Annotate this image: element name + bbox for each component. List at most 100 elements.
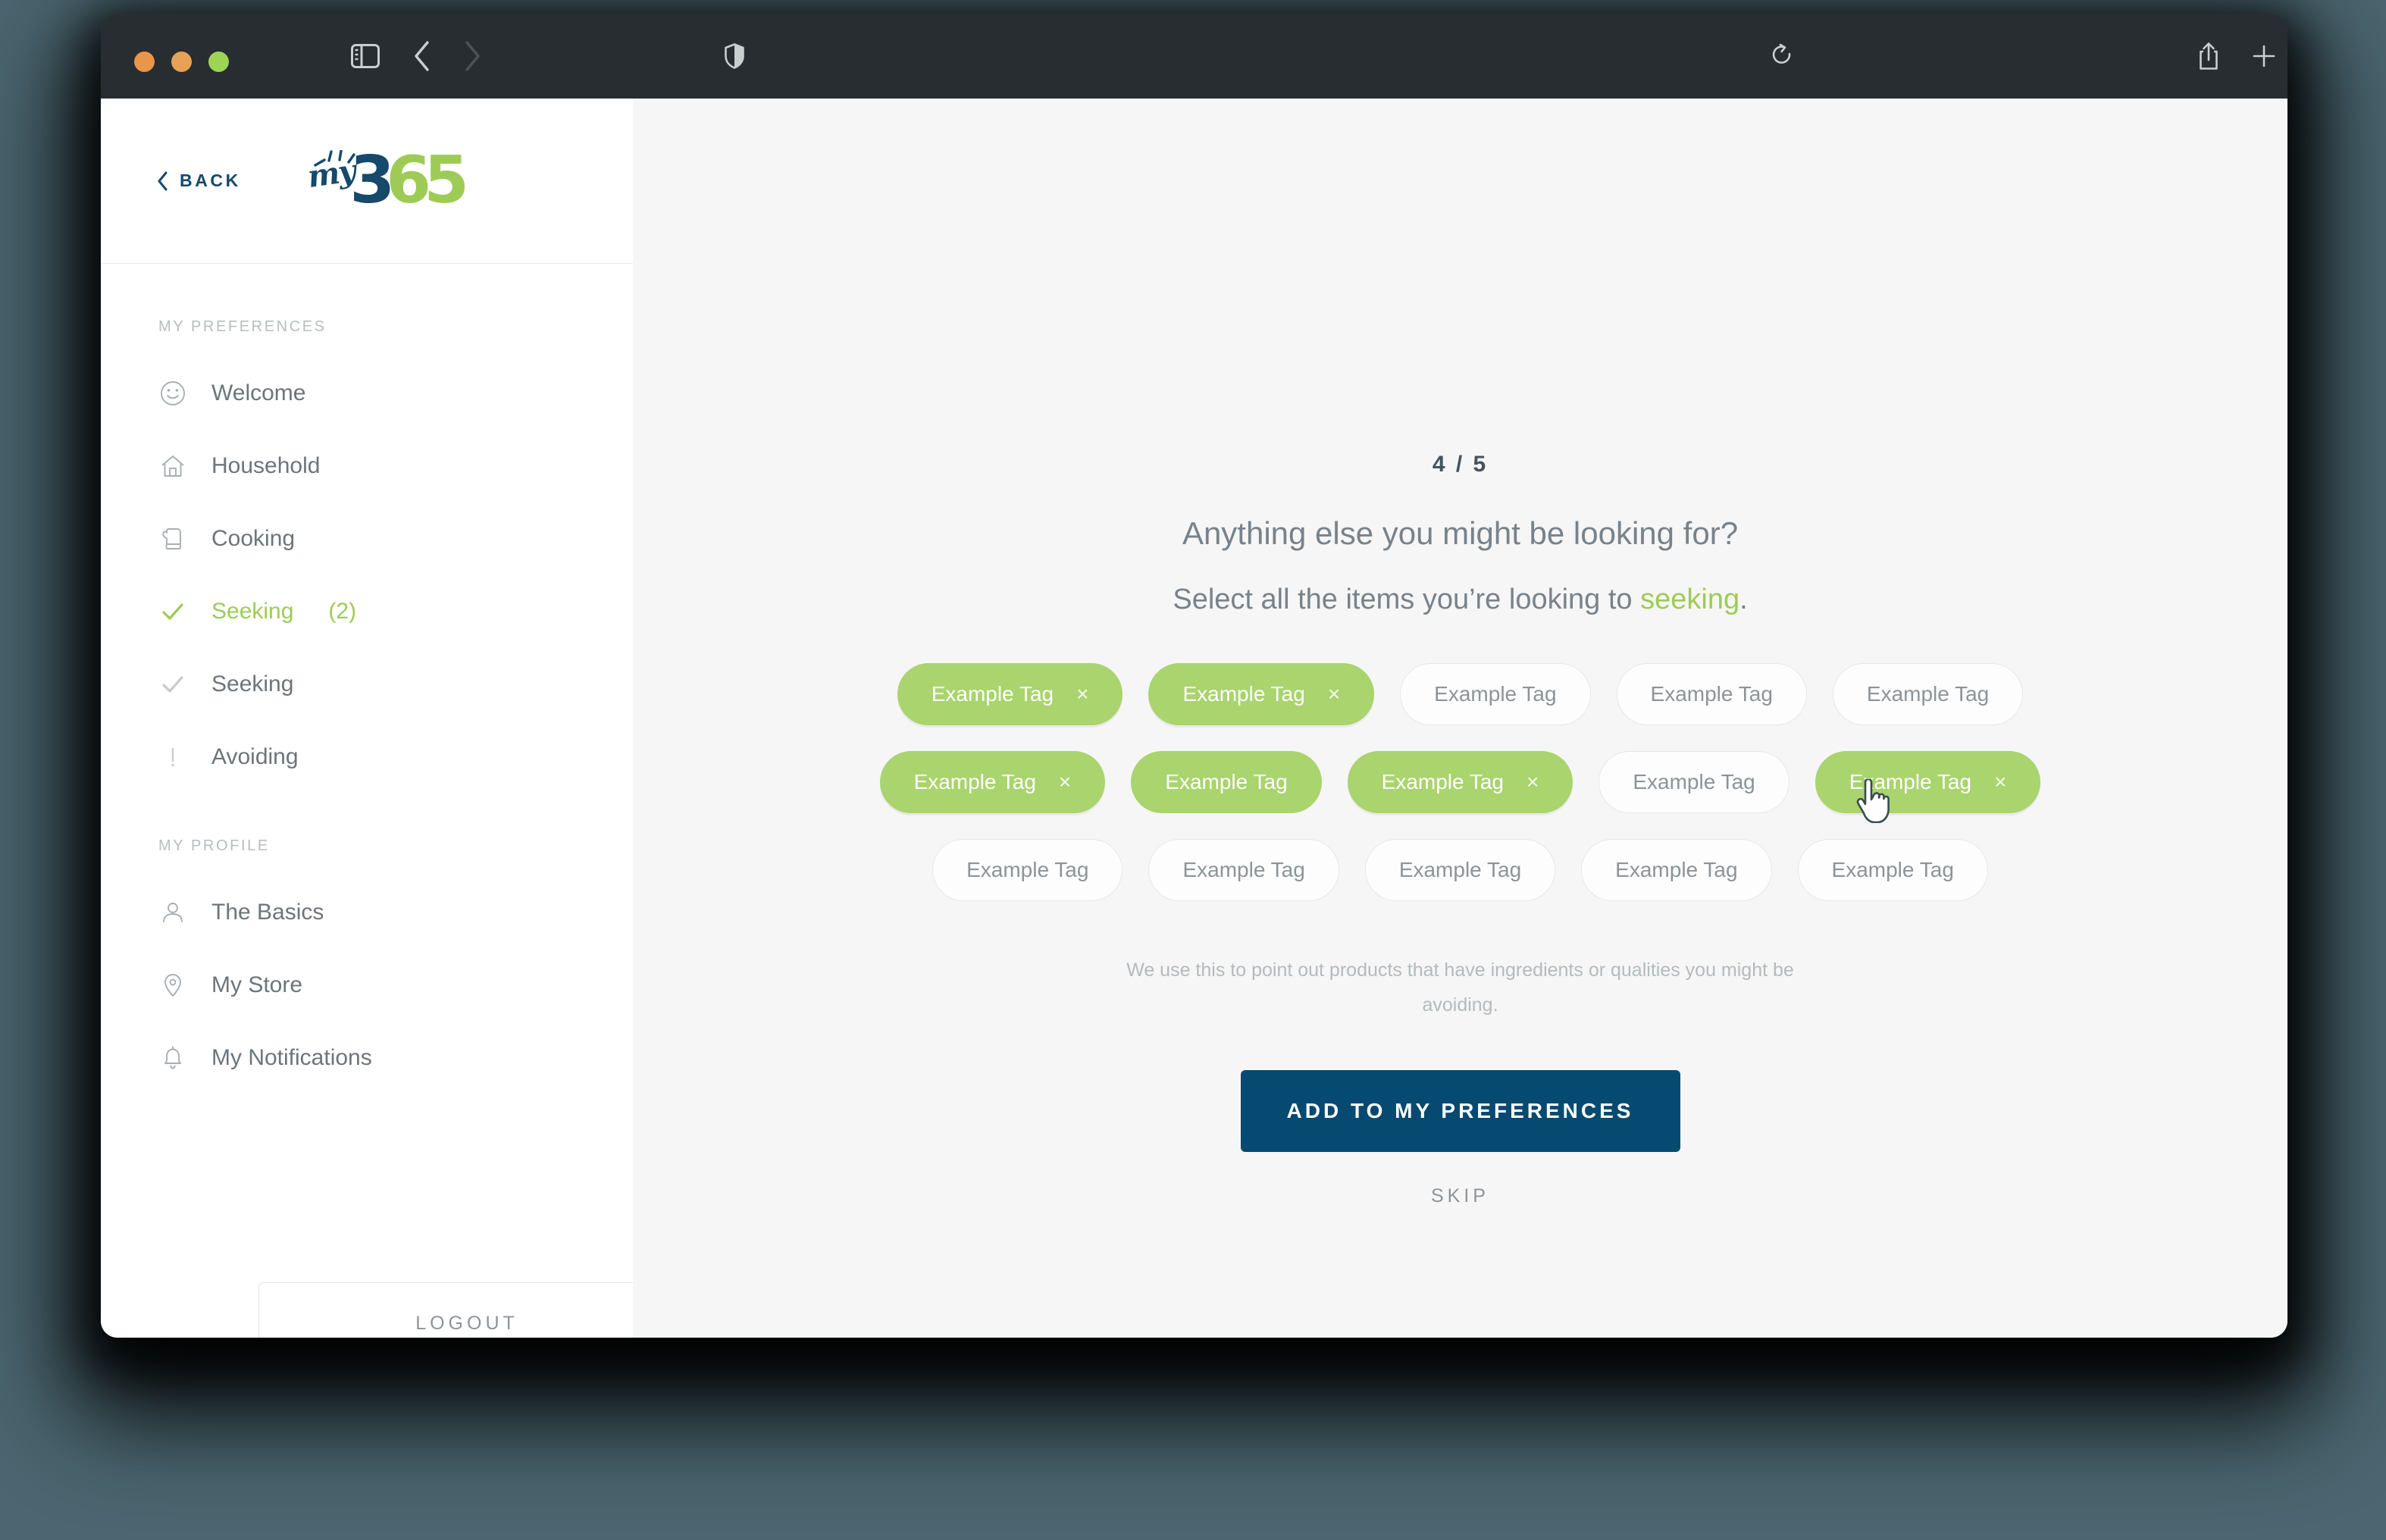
back-button[interactable]: BACK bbox=[157, 171, 241, 191]
forward-arrow-icon[interactable] bbox=[463, 40, 481, 72]
tag-label: Example Tag bbox=[1831, 858, 1954, 881]
tag-chip[interactable]: Example Tag × bbox=[1815, 751, 2041, 813]
chevron-left-icon bbox=[158, 171, 168, 190]
tag-chip[interactable]: Example Tag bbox=[1400, 663, 1591, 725]
tag-label: Example Tag bbox=[1633, 770, 1755, 793]
tag-chip[interactable]: Example Tag bbox=[1797, 839, 1988, 901]
tag-label: Example Tag bbox=[1182, 682, 1305, 706]
sidebar-item-label: The Basics bbox=[211, 900, 324, 925]
shield-privacy-icon[interactable] bbox=[724, 43, 745, 69]
step-counter: 4 / 5 bbox=[1432, 452, 1489, 477]
tag-label: Example Tag bbox=[1182, 858, 1305, 881]
share-icon[interactable] bbox=[2197, 42, 2220, 70]
person-icon bbox=[158, 900, 187, 925]
profile-nav-list: The Basics My Store My Notifications bbox=[101, 876, 633, 1094]
tag-row: Example Tag × Example Tag Example Tag × … bbox=[633, 751, 2287, 813]
tag-chip[interactable]: Example Tag bbox=[1581, 839, 1772, 901]
tag-label: Example Tag bbox=[1381, 770, 1504, 793]
house-icon bbox=[158, 453, 187, 479]
tag-row: Example Tag × Example Tag × Example Tag … bbox=[633, 663, 2287, 725]
sidebar-item-my-notifications[interactable]: My Notifications bbox=[101, 1022, 633, 1094]
logo-my-text: my bbox=[305, 153, 357, 196]
page-content: BACK my 3 6 5 MY PREFERENCES Welcome Hou… bbox=[101, 99, 2287, 1338]
logo-5-text: 5 bbox=[424, 142, 469, 218]
tag-chip[interactable]: Example Tag bbox=[1148, 839, 1339, 901]
check-icon bbox=[158, 599, 187, 624]
sidebar-item-seeking-active[interactable]: Seeking (2) bbox=[101, 575, 633, 648]
tag-chip[interactable]: Example Tag × bbox=[897, 663, 1123, 725]
sidebar-item-label: Seeking bbox=[211, 599, 294, 624]
subtitle-suffix: . bbox=[1739, 584, 1748, 615]
tag-chip[interactable]: Example Tag × bbox=[1347, 751, 1573, 813]
section-label-profile: MY PROFILE bbox=[158, 837, 270, 854]
tag-chip-hovered[interactable]: Example Tag bbox=[1131, 751, 1322, 813]
exclamation-icon bbox=[158, 744, 187, 770]
tag-remove-icon[interactable]: × bbox=[1328, 682, 1340, 706]
sidebar-toggle-icon[interactable] bbox=[351, 44, 380, 68]
logout-button[interactable]: LOGOUT bbox=[258, 1282, 675, 1338]
tag-chip[interactable]: Example Tag × bbox=[879, 751, 1106, 813]
reload-icon[interactable] bbox=[1771, 43, 1794, 69]
tag-label: Example Tag bbox=[931, 682, 1054, 706]
tag-chip[interactable]: Example Tag bbox=[1616, 663, 1807, 725]
browser-titlebar bbox=[101, 14, 2287, 99]
close-window-button[interactable] bbox=[134, 52, 155, 72]
back-arrow-icon[interactable] bbox=[413, 40, 431, 72]
sidebar-item-label: Cooking bbox=[211, 526, 296, 551]
check-icon bbox=[158, 671, 187, 697]
tag-remove-icon[interactable]: × bbox=[1059, 770, 1071, 794]
sidebar-item-avoiding[interactable]: Avoiding bbox=[101, 721, 633, 793]
sidebar-item-label: Household bbox=[211, 453, 321, 478]
zoom-window-button[interactable] bbox=[208, 52, 229, 72]
my365-logo[interactable]: my 3 6 5 bbox=[305, 142, 469, 218]
browser-window: BACK my 3 6 5 MY PREFERENCES Welcome Hou… bbox=[101, 14, 2287, 1338]
tag-selector: Example Tag × Example Tag × Example Tag … bbox=[633, 663, 2287, 927]
sidebar-item-household[interactable]: Household bbox=[101, 430, 633, 502]
sidebar-item-label: Avoiding bbox=[211, 744, 299, 769]
sidebar-item-the-basics[interactable]: The Basics bbox=[101, 876, 633, 949]
sidebar-item-label: Seeking bbox=[211, 671, 294, 696]
sidebar-item-label: My Store bbox=[211, 972, 303, 997]
skip-link[interactable]: SKIP bbox=[1431, 1185, 1489, 1207]
tag-label: Example Tag bbox=[913, 770, 1036, 793]
tag-label: Example Tag bbox=[1615, 858, 1738, 881]
tag-label: Example Tag bbox=[1165, 770, 1288, 793]
tag-label: Example Tag bbox=[1434, 682, 1557, 706]
tag-label: Example Tag bbox=[1866, 682, 1990, 706]
sidebar-item-cooking[interactable]: Cooking bbox=[101, 502, 633, 575]
sidebar-item-label: Welcome bbox=[211, 380, 306, 405]
sidebar-item-label: My Notifications bbox=[211, 1045, 372, 1070]
sidebar-item-seeking[interactable]: Seeking bbox=[101, 648, 633, 721]
tag-label: Example Tag bbox=[1849, 770, 1972, 793]
page-title: Anything else you might be looking for? bbox=[1182, 515, 1739, 551]
new-tab-icon[interactable] bbox=[2252, 44, 2276, 68]
minimize-window-button[interactable] bbox=[171, 52, 192, 72]
subtitle-prefix: Select all the items you’re looking to bbox=[1173, 584, 1641, 615]
tag-chip[interactable]: Example Tag × bbox=[1148, 663, 1375, 725]
tag-label: Example Tag bbox=[1650, 682, 1773, 706]
tag-label: Example Tag bbox=[1398, 858, 1522, 881]
tag-row: Example Tag Example Tag Example Tag Exam… bbox=[633, 839, 2287, 901]
sidebar-item-welcome[interactable]: Welcome bbox=[101, 357, 633, 430]
subtitle-accent: seeking bbox=[1640, 584, 1740, 615]
tag-remove-icon[interactable]: × bbox=[1076, 682, 1088, 706]
sidebar-item-count: (2) bbox=[328, 599, 357, 624]
sidebar-header: BACK my 3 6 5 bbox=[101, 99, 633, 264]
tag-remove-icon[interactable]: × bbox=[1526, 770, 1539, 794]
tag-chip[interactable]: Example Tag bbox=[1832, 663, 2024, 725]
preferences-nav-list: Welcome Household Cooking Seeking (2) Se… bbox=[101, 357, 633, 793]
traffic-lights bbox=[134, 52, 229, 72]
logo-6-text: 6 bbox=[386, 142, 431, 218]
location-pin-icon bbox=[158, 972, 187, 998]
bell-icon bbox=[158, 1045, 187, 1071]
tag-remove-icon[interactable]: × bbox=[1994, 770, 2006, 794]
add-to-preferences-button[interactable]: ADD TO MY PREFERENCES bbox=[1240, 1069, 1680, 1152]
tag-label: Example Tag bbox=[966, 858, 1089, 881]
sidebar-item-my-store[interactable]: My Store bbox=[101, 949, 633, 1022]
tag-chip[interactable]: Example Tag bbox=[932, 839, 1123, 901]
sidebar: BACK my 3 6 5 MY PREFERENCES Welcome Hou… bbox=[101, 99, 681, 1338]
tag-chip[interactable]: Example Tag bbox=[1364, 839, 1556, 901]
oven-mitt-icon bbox=[158, 526, 187, 552]
section-label-preferences: MY PREFERENCES bbox=[158, 318, 327, 335]
tag-chip[interactable]: Example Tag bbox=[1598, 751, 1790, 813]
